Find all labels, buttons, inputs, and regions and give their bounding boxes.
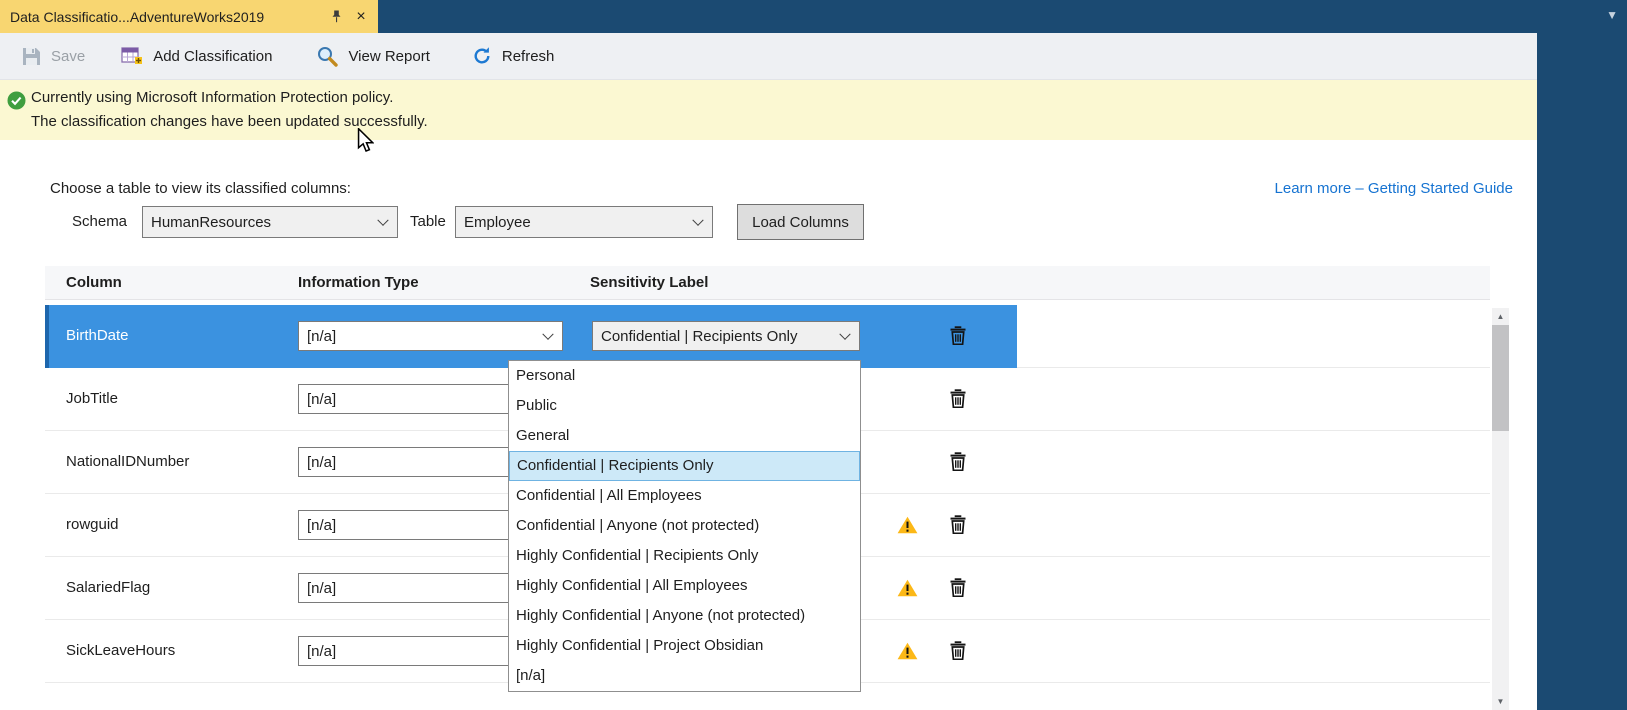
information-type-value: [n/a] xyxy=(307,391,336,408)
header-column: Column xyxy=(66,274,122,291)
delete-classification-icon[interactable] xyxy=(950,578,966,597)
column-name: SickLeaveHours xyxy=(66,642,175,659)
success-check-icon xyxy=(7,91,26,110)
add-classification-icon xyxy=(121,46,143,66)
delete-classification-icon[interactable] xyxy=(950,326,966,345)
view-report-button[interactable]: View Report xyxy=(306,39,439,73)
information-type-dropdown[interactable]: [n/a] xyxy=(298,321,563,351)
header-information-type: Information Type xyxy=(298,274,419,291)
grid-header: Column Information Type Sensitivity Labe… xyxy=(45,266,1490,300)
schema-dropdown-value: HumanResources xyxy=(151,214,271,231)
chevron-down-icon xyxy=(692,215,703,226)
add-classification-label: Add Classification xyxy=(153,48,272,65)
tab-bar: Data Classificatio...AdventureWorks2019 … xyxy=(0,0,1627,33)
refresh-button[interactable]: Refresh xyxy=(462,40,565,72)
dropdown-option[interactable]: Highly Confidential | Project Obsidian xyxy=(509,631,860,661)
tab-title: Data Classificatio...AdventureWorks2019 xyxy=(10,9,320,25)
table-label: Table xyxy=(410,206,446,238)
pin-icon[interactable] xyxy=(327,8,345,26)
dropdown-option-highlighted[interactable]: Confidential | Recipients Only xyxy=(509,451,860,481)
header-sensitivity-label: Sensitivity Label xyxy=(590,274,708,291)
sensitivity-label-dropdown-list: Personal Public General Confidential | R… xyxy=(508,360,861,692)
warning-icon xyxy=(897,579,918,597)
document-tab[interactable]: Data Classificatio...AdventureWorks2019 … xyxy=(0,0,378,33)
dropdown-option[interactable]: Personal xyxy=(509,361,860,391)
close-icon[interactable]: × xyxy=(352,8,370,26)
information-type-value: [n/a] xyxy=(307,580,336,597)
save-label: Save xyxy=(51,48,85,65)
load-columns-button[interactable]: Load Columns xyxy=(737,204,864,240)
scroll-up-icon[interactable]: ▲ xyxy=(1492,308,1509,325)
data-classification-document: Save Add Classification View Report Refr… xyxy=(0,33,1537,710)
policy-info-banner: Currently using Microsoft Information Pr… xyxy=(0,80,1537,140)
scroll-down-icon[interactable]: ▼ xyxy=(1492,693,1509,710)
column-name: JobTitle xyxy=(66,390,118,407)
dropdown-option[interactable]: Public xyxy=(509,391,860,421)
magnifier-icon xyxy=(316,45,338,67)
banner-line-1: Currently using Microsoft Information Pr… xyxy=(31,89,393,106)
dropdown-option[interactable]: Confidential | Anyone (not protected) xyxy=(509,511,860,541)
column-name: BirthDate xyxy=(66,327,129,344)
vertical-scrollbar[interactable]: ▲ ▼ xyxy=(1492,308,1509,710)
warning-icon xyxy=(897,642,918,660)
delete-classification-icon[interactable] xyxy=(950,515,966,534)
column-name: rowguid xyxy=(66,516,119,533)
toolbar: Save Add Classification View Report Refr… xyxy=(0,33,1537,80)
dropdown-option[interactable]: [n/a] xyxy=(509,661,860,691)
dropdown-option[interactable]: Confidential | All Employees xyxy=(509,481,860,511)
schema-label: Schema xyxy=(72,206,127,238)
column-name: SalariedFlag xyxy=(66,579,150,596)
save-icon xyxy=(22,47,41,66)
dropdown-option[interactable]: General xyxy=(509,421,860,451)
information-type-value: [n/a] xyxy=(307,517,336,534)
banner-line-2: The classification changes have been upd… xyxy=(31,113,428,130)
document-well-dropdown-icon[interactable]: ▼ xyxy=(1606,8,1618,22)
chevron-down-icon xyxy=(839,329,850,340)
delete-classification-icon[interactable] xyxy=(950,452,966,471)
scrollbar-thumb[interactable] xyxy=(1492,325,1509,431)
information-type-value: [n/a] xyxy=(307,454,336,471)
information-type-value: [n/a] xyxy=(307,328,336,345)
table-row-birthdate[interactable]: BirthDate [n/a] Confidential | Recipient… xyxy=(45,305,1490,368)
dropdown-option[interactable]: Highly Confidential | Recipients Only xyxy=(509,541,860,571)
chevron-down-icon xyxy=(377,215,388,226)
information-type-value: [n/a] xyxy=(307,643,336,660)
learn-more-link[interactable]: Learn more – Getting Started Guide xyxy=(1275,180,1513,197)
warning-icon xyxy=(897,516,918,534)
save-button[interactable]: Save xyxy=(12,41,95,72)
dropdown-option[interactable]: Highly Confidential | Anyone (not protec… xyxy=(509,601,860,631)
schema-dropdown[interactable]: HumanResources xyxy=(142,206,398,238)
add-classification-button[interactable]: Add Classification xyxy=(111,40,282,72)
dropdown-option[interactable]: Highly Confidential | All Employees xyxy=(509,571,860,601)
column-name: NationalIDNumber xyxy=(66,453,189,470)
sensitivity-label-dropdown[interactable]: Confidential | Recipients Only xyxy=(592,321,860,351)
delete-classification-icon[interactable] xyxy=(950,641,966,660)
delete-classification-icon[interactable] xyxy=(950,389,966,408)
table-dropdown[interactable]: Employee xyxy=(455,206,713,238)
table-dropdown-value: Employee xyxy=(464,214,531,231)
chevron-down-icon xyxy=(542,329,553,340)
sensitivity-label-value: Confidential | Recipients Only xyxy=(601,328,798,345)
refresh-label: Refresh xyxy=(502,48,555,65)
choose-table-label: Choose a table to view its classified co… xyxy=(50,180,351,197)
refresh-icon xyxy=(472,46,492,66)
view-report-label: View Report xyxy=(348,48,429,65)
